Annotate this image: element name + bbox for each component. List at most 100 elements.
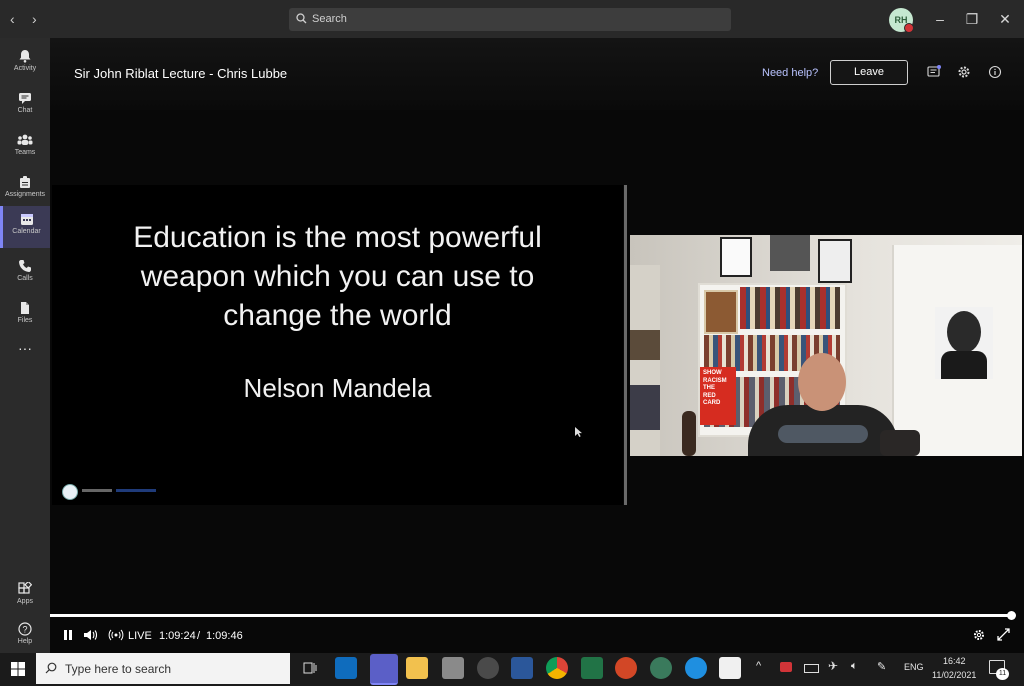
quote-line: change the world (223, 299, 452, 332)
file-explorer-icon[interactable] (406, 657, 428, 679)
phone-icon (19, 260, 31, 272)
powerpoint-icon[interactable] (615, 657, 637, 679)
progress-knob[interactable] (1007, 611, 1016, 620)
rail-label: Calendar (12, 228, 41, 235)
framed-photo (818, 239, 852, 283)
speaker-icon[interactable]: 🔈︎ (851, 660, 858, 673)
slide-quote: Education is the most powerful weapon wh… (52, 218, 623, 335)
book-spines (740, 287, 840, 329)
quote-line: weapon which you can use to (140, 260, 535, 293)
gear-icon[interactable] (957, 65, 971, 79)
teams-icon (17, 134, 33, 145)
notification-count-badge: 11 (996, 668, 1009, 680)
assignments-icon (20, 176, 30, 188)
portrait-poster (935, 307, 993, 379)
books (630, 385, 660, 430)
app-icon[interactable] (719, 657, 741, 679)
word-icon[interactable] (511, 657, 533, 679)
chrome-icon[interactable] (546, 657, 568, 679)
stage-divider (624, 185, 627, 505)
leave-button[interactable]: Leave (830, 60, 908, 85)
search-input[interactable]: Search (289, 8, 731, 31)
info-icon[interactable] (988, 65, 1002, 79)
fullscreen-icon[interactable] (997, 628, 1010, 641)
calculator-icon[interactable] (442, 657, 464, 679)
book-text: CARD (703, 400, 721, 406)
book-text: SHOW (703, 370, 722, 376)
minimize-button[interactable]: – (931, 10, 949, 28)
portrait-shoulders (941, 351, 987, 379)
teams-app-icon[interactable] (370, 654, 398, 685)
speaker-head (798, 353, 846, 411)
framed-photo (720, 237, 752, 277)
rail-item-calendar[interactable]: Calendar (0, 206, 50, 248)
pen-icon[interactable]: ✎ (877, 660, 886, 673)
meeting-title: Sir John Riblat Lecture - Chris Lubbe (74, 66, 288, 81)
svg-text:?: ? (22, 624, 27, 634)
rail-label: Activity (13, 65, 37, 72)
clock-date[interactable]: 11/02/2021 (932, 670, 976, 680)
slide-footer-link (116, 489, 156, 492)
outlook-icon[interactable] (335, 657, 357, 679)
chat-bubble-icon[interactable] (927, 65, 941, 79)
chevron-up-icon[interactable]: ^ (756, 660, 761, 672)
pause-icon[interactable] (63, 630, 73, 640)
app-rail: Activity Chat Teams Assignments Calendar… (0, 38, 50, 653)
language-indicator[interactable]: ENG (904, 662, 924, 672)
file-icon (21, 302, 29, 314)
rail-label: Teams (14, 149, 36, 156)
volume-icon[interactable] (84, 629, 98, 641)
framed-photo (770, 235, 810, 271)
book-text: THE (703, 385, 715, 391)
browser-icon[interactable] (650, 657, 672, 679)
rail-label: Files (17, 317, 33, 324)
close-button[interactable]: ✕ (996, 10, 1014, 28)
bell-icon (19, 50, 31, 63)
rail-item-calls[interactable]: Calls (0, 253, 50, 293)
back-arrow-icon[interactable]: ‹ (10, 11, 15, 27)
restore-button[interactable]: ❐ (963, 10, 981, 28)
book-text: RACISM (703, 377, 727, 384)
speaker-scarf (778, 425, 868, 443)
mouse-cursor-icon (575, 427, 582, 437)
chair (880, 430, 920, 456)
book-text: RED (703, 392, 716, 399)
more-apps-button[interactable]: ··· (0, 340, 50, 362)
guitar (682, 411, 696, 456)
player-settings-icon[interactable] (973, 629, 985, 641)
quote-line: Education is the most powerful (133, 221, 542, 254)
airplane-icon[interactable]: ✈ (828, 659, 838, 673)
status-busy-icon (904, 23, 914, 33)
rail-label: Assignments (4, 191, 46, 198)
internet-explorer-icon[interactable] (685, 657, 707, 679)
app-icon[interactable] (477, 657, 499, 679)
task-view-icon[interactable] (303, 661, 317, 675)
chat-icon (19, 93, 31, 104)
excel-icon[interactable] (581, 657, 603, 679)
calendar-icon (20, 214, 33, 225)
rail-item-apps[interactable]: Apps (0, 576, 50, 616)
battery-icon[interactable] (804, 664, 819, 673)
tray-app-icon[interactable] (780, 662, 792, 672)
rail-label: Calls (17, 275, 33, 282)
rail-item-files[interactable]: Files (0, 295, 50, 335)
need-help-link[interactable]: Need help? (762, 67, 818, 79)
taskbar-search-placeholder: Type here to search (65, 662, 172, 676)
shared-slide: Education is the most powerful weapon wh… (52, 185, 623, 505)
portrait-face (947, 311, 981, 353)
playback-progress[interactable] (50, 614, 1012, 617)
rail-item-chat[interactable]: Chat (0, 85, 50, 125)
search-icon (296, 13, 307, 24)
rail-item-activity[interactable]: Activity (0, 43, 50, 83)
avatar[interactable]: RH (889, 8, 914, 33)
rail-item-help[interactable]: ? Help (0, 616, 50, 656)
rail-item-teams[interactable]: Teams (0, 127, 50, 167)
time-separator: / (197, 630, 201, 642)
windows-start-icon[interactable] (11, 662, 25, 676)
clock-time[interactable]: 16:42 (943, 656, 966, 666)
search-placeholder: Search (312, 13, 347, 25)
speaker-video: SHOW RACISM THE RED CARD (630, 235, 1022, 456)
forward-arrow-icon[interactable]: › (32, 11, 37, 27)
taskbar-search-input[interactable]: Type here to search (36, 653, 290, 684)
rail-item-assignments[interactable]: Assignments (0, 169, 50, 209)
